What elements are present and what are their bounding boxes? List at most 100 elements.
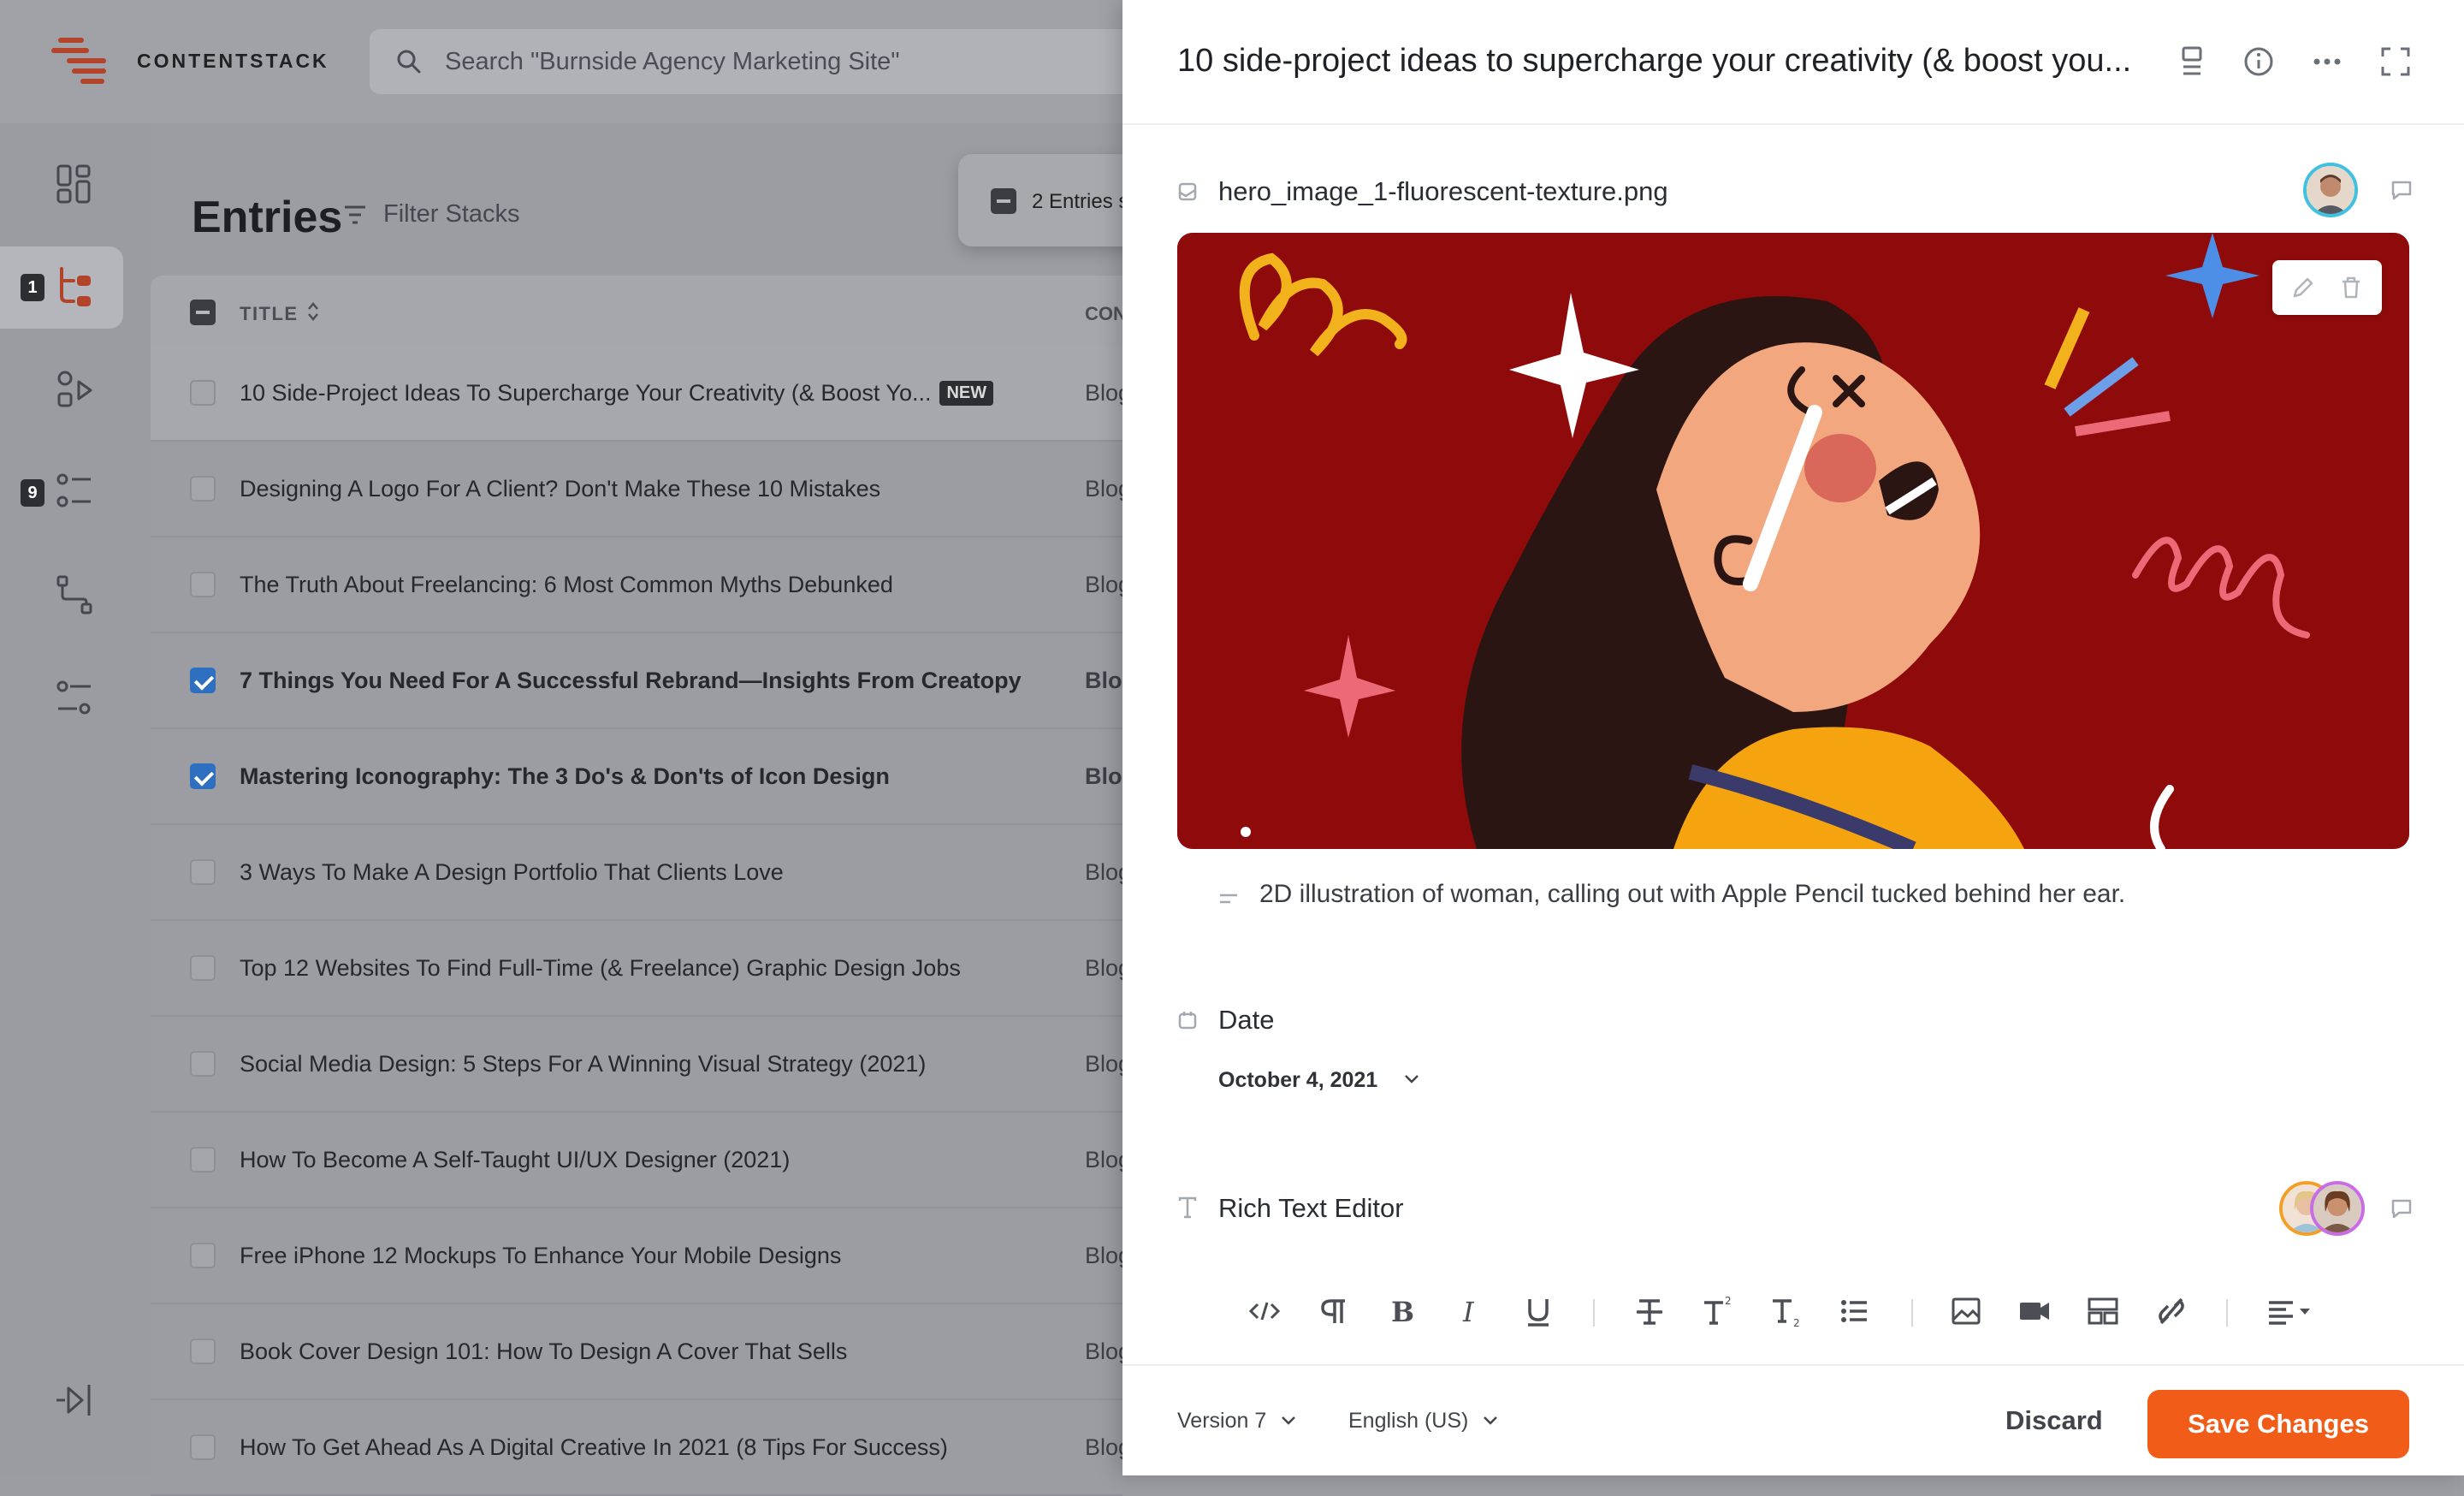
- rte-comment-icon[interactable]: [2389, 1196, 2414, 1222]
- fullscreen-icon[interactable]: [2378, 45, 2413, 79]
- save-changes-button[interactable]: Save Changes: [2147, 1390, 2409, 1458]
- subscript-icon[interactable]: 2: [1769, 1291, 1804, 1332]
- entry-title-cell[interactable]: Free iPhone 12 Mockups To Enhance Your M…: [240, 1243, 841, 1269]
- nav-workflows[interactable]: [0, 349, 123, 431]
- nav-entries[interactable]: 1: [0, 246, 123, 329]
- toolbar-divider: [1593, 1299, 1595, 1327]
- entry-title-cell[interactable]: 3 Ways To Make A Design Portfolio That C…: [240, 859, 784, 886]
- nav-dashboard[interactable]: [0, 144, 123, 226]
- comment-icon[interactable]: [2389, 178, 2414, 204]
- table-row[interactable]: How To Get Ahead As A Digital Creative I…: [151, 1400, 1131, 1496]
- language-selector[interactable]: English (US): [1348, 1409, 1498, 1434]
- more-options-icon[interactable]: [2310, 45, 2344, 79]
- image-filename: hero_image_1-fluorescent-texture.png: [1218, 176, 1668, 206]
- unlink-icon[interactable]: [2154, 1291, 2189, 1332]
- user-avatar[interactable]: [2303, 163, 2358, 217]
- chevron-down-icon: [1405, 1075, 1419, 1083]
- entry-title-cell[interactable]: How To Become A Self-Taught UI/UX Design…: [240, 1147, 790, 1173]
- code-icon[interactable]: [1247, 1291, 1282, 1332]
- collaborator-avatar-2[interactable]: [2310, 1181, 2365, 1236]
- paragraph-icon[interactable]: [1316, 1291, 1350, 1332]
- underline-icon[interactable]: [1521, 1291, 1555, 1332]
- search-input[interactable]: Search "Burnside Agency Marketing Site": [370, 29, 1157, 94]
- bold-icon[interactable]: B: [1384, 1291, 1419, 1332]
- table-row[interactable]: 10 Side-Project Ideas To Supercharge You…: [151, 346, 1131, 442]
- table-row[interactable]: Designing A Logo For A Client? Don't Mak…: [151, 442, 1131, 537]
- row-checkbox[interactable]: [190, 1339, 216, 1364]
- column-header-content-type[interactable]: CON: [1085, 303, 1127, 325]
- entry-title-cell[interactable]: Top 12 Websites To Find Full-Time (& Fre…: [240, 955, 961, 982]
- dashboard-icon: [56, 164, 91, 204]
- entry-title-text: Book Cover Design 101: How To Design A C…: [240, 1339, 848, 1364]
- date-picker[interactable]: October 4, 2021: [1218, 1068, 1419, 1093]
- entry-title-cell[interactable]: 10 Side-Project Ideas To Supercharge You…: [240, 380, 994, 407]
- table-row[interactable]: 7 Things You Need For A Successful Rebra…: [151, 633, 1136, 729]
- row-checkbox[interactable]: [190, 572, 216, 597]
- entry-title: 10 side-project ideas to supercharge you…: [1177, 43, 2132, 79]
- entry-title-cell[interactable]: Book Cover Design 101: How To Design A C…: [240, 1339, 847, 1365]
- row-checkbox[interactable]: [190, 1051, 216, 1077]
- entry-title-cell[interactable]: Mastering Iconography: The 3 Do's & Don'…: [240, 763, 890, 790]
- table-row[interactable]: Free iPhone 12 Mockups To Enhance Your M…: [151, 1208, 1131, 1304]
- row-checkbox[interactable]: [190, 476, 216, 502]
- filter-icon: [345, 205, 365, 224]
- table-row[interactable]: Top 12 Websites To Find Full-Time (& Fre…: [151, 921, 1131, 1017]
- nav-tasks[interactable]: 9: [0, 452, 123, 534]
- nav-releases[interactable]: [0, 555, 123, 637]
- entry-title-cell[interactable]: Designing A Logo For A Client? Don't Mak…: [240, 476, 880, 502]
- entry-title-cell[interactable]: 7 Things You Need For A Successful Rebra…: [240, 668, 1022, 694]
- table-row[interactable]: The Truth About Freelancing: 6 Most Comm…: [151, 537, 1131, 633]
- insert-image-icon[interactable]: [1949, 1291, 1983, 1332]
- delete-trash-icon[interactable]: [2337, 274, 2365, 301]
- panel-footer: Version 7 English (US) Discard Save Chan…: [1122, 1364, 2464, 1475]
- collapse-sidebar-icon[interactable]: [53, 1380, 94, 1421]
- select-all-checkbox[interactable]: [190, 300, 216, 325]
- entry-title-cell[interactable]: How To Get Ahead As A Digital Creative I…: [240, 1434, 948, 1461]
- image-toolbar: [2272, 260, 2382, 315]
- entry-title-cell[interactable]: Social Media Design: 5 Steps For A Winni…: [240, 1051, 926, 1077]
- language-label: English (US): [1348, 1409, 1469, 1433]
- sort-icon[interactable]: [306, 300, 320, 324]
- nav-settings[interactable]: [0, 657, 123, 739]
- column-header-title[interactable]: TITLE: [240, 303, 299, 325]
- row-checkbox[interactable]: [190, 668, 216, 693]
- entry-title-text: The Truth About Freelancing: 6 Most Comm…: [240, 572, 893, 597]
- insert-widget-icon[interactable]: [2086, 1291, 2120, 1332]
- info-icon[interactable]: [2242, 45, 2276, 79]
- hero-image-preview[interactable]: [1177, 233, 2409, 849]
- row-checkbox[interactable]: [190, 1243, 216, 1268]
- bulleted-list-icon[interactable]: [1838, 1291, 1872, 1332]
- row-checkbox[interactable]: [190, 859, 216, 885]
- row-checkbox[interactable]: [190, 1434, 216, 1460]
- insert-video-icon[interactable]: [2017, 1291, 2052, 1332]
- row-checkbox[interactable]: [190, 1147, 216, 1172]
- version-selector[interactable]: Version 7: [1177, 1409, 1296, 1434]
- align-dropdown-icon[interactable]: [2266, 1291, 2317, 1332]
- table-row[interactable]: Social Media Design: 5 Steps For A Winni…: [151, 1017, 1131, 1113]
- table-row[interactable]: Book Cover Design 101: How To Design A C…: [151, 1304, 1131, 1400]
- italic-icon[interactable]: I: [1453, 1291, 1487, 1332]
- bulk-deselect-checkbox[interactable]: [991, 188, 1016, 214]
- strikethrough-icon[interactable]: [1632, 1291, 1667, 1332]
- flow-icon: [56, 575, 92, 614]
- row-checkbox[interactable]: [190, 380, 216, 406]
- table-row[interactable]: 3 Ways To Make A Design Portfolio That C…: [151, 825, 1131, 921]
- entry-title-text: How To Become A Self-Taught UI/UX Design…: [240, 1147, 791, 1172]
- toolbar-divider: [2226, 1299, 2228, 1327]
- filter-stacks-button[interactable]: Filter Stacks: [345, 200, 520, 229]
- schema-icon[interactable]: [2177, 45, 2207, 79]
- svg-text:2: 2: [1725, 1295, 1732, 1307]
- entry-title-text: 10 Side-Project Ideas To Supercharge You…: [240, 380, 932, 406]
- toolbar-divider: [1911, 1299, 1913, 1327]
- table-row[interactable]: Mastering Iconography: The 3 Do's & Don'…: [151, 729, 1136, 825]
- edit-pencil-icon[interactable]: [2289, 274, 2317, 301]
- entry-title-cell[interactable]: The Truth About Freelancing: 6 Most Comm…: [240, 572, 893, 598]
- table-row[interactable]: How To Become A Self-Taught UI/UX Design…: [151, 1113, 1131, 1208]
- row-checkbox[interactable]: [190, 763, 216, 789]
- illustration-image: [1177, 233, 2409, 849]
- discard-button[interactable]: Discard: [2005, 1405, 2103, 1436]
- contentstack-logo-icon[interactable]: [51, 38, 113, 87]
- superscript-icon[interactable]: 2: [1701, 1291, 1735, 1332]
- nav-badge-tasks: 9: [21, 479, 44, 507]
- row-checkbox[interactable]: [190, 955, 216, 981]
